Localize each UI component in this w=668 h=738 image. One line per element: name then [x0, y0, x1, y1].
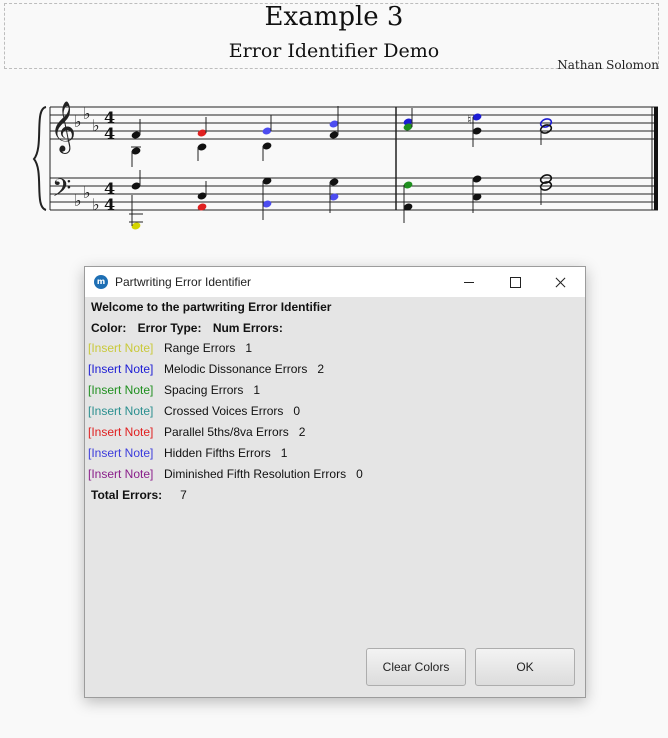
- svg-text:♭: ♭: [92, 116, 100, 135]
- ok-button[interactable]: OK: [475, 648, 575, 686]
- bass-key-signature: ♭ ♭♭: [74, 183, 100, 214]
- insert-note-link[interactable]: [Insert Note]: [88, 362, 153, 376]
- svg-text:♭: ♭: [74, 112, 82, 131]
- error-type-label: Diminished Fifth Resolution Errors: [164, 467, 347, 481]
- treble-key-signature: ♭ ♭♭: [74, 104, 100, 135]
- error-identifier-dialog: m Partwriting Error Identifier Welcome t…: [84, 266, 586, 698]
- error-type-label: Parallel 5ths/8va Errors: [164, 425, 289, 439]
- total-errors-value: 7: [180, 488, 187, 502]
- bass-staff: [50, 177, 658, 211]
- svg-text:♭: ♭: [74, 191, 82, 210]
- svg-text:♭: ♭: [83, 183, 91, 202]
- error-count: 2: [317, 362, 325, 376]
- error-type-label: Hidden Fifths Errors: [164, 446, 271, 460]
- music-score: 𝄞 𝄢 ♭ ♭♭ ♭ ♭♭ 44 44 ♮: [32, 101, 658, 230]
- treble-clef-icon: 𝄞: [50, 101, 76, 154]
- column-headers: Color: Error Type: Num Errors:: [91, 321, 291, 335]
- error-type-label: Melodic Dissonance Errors: [164, 362, 308, 376]
- dialog-titlebar[interactable]: m Partwriting Error Identifier: [85, 267, 585, 297]
- bass-time-signature: 44: [104, 179, 115, 214]
- error-count: 0: [356, 467, 363, 481]
- treble-staff: [50, 106, 658, 140]
- insert-note-link[interactable]: [Insert Note]: [88, 446, 153, 460]
- treble-time-signature: 44: [104, 108, 115, 143]
- minimize-button[interactable]: [447, 267, 491, 297]
- insert-note-link[interactable]: [Insert Note]: [88, 467, 153, 481]
- header-color: Color:: [91, 321, 127, 335]
- window-title: Partwriting Error Identifier: [115, 275, 252, 289]
- error-type-label: Spacing Errors: [164, 383, 244, 397]
- svg-text:♭: ♭: [92, 195, 100, 214]
- bass-clef-icon: 𝄢: [52, 174, 71, 209]
- insert-note-link[interactable]: [Insert Note]: [88, 425, 153, 439]
- app-icon: m: [94, 275, 108, 289]
- error-count: 1: [253, 383, 261, 397]
- svg-text:4: 4: [104, 124, 115, 143]
- header-error-type: Error Type:: [137, 321, 202, 335]
- chord-1: [129, 119, 143, 230]
- welcome-text: Welcome to the partwriting Error Identif…: [91, 300, 332, 314]
- maximize-button[interactable]: [493, 267, 537, 297]
- clear-colors-button[interactable]: Clear Colors: [366, 648, 466, 686]
- header-num-errors: Num Errors:: [212, 321, 283, 335]
- svg-text:♮: ♮: [467, 113, 472, 128]
- svg-text:4: 4: [104, 195, 115, 214]
- chord-6: ♮: [467, 113, 482, 213]
- error-type-label: Crossed Voices Errors: [164, 404, 284, 418]
- error-count: 0: [293, 404, 301, 418]
- error-count: 1: [245, 341, 253, 355]
- total-errors-label: Total Errors:: [91, 488, 163, 502]
- chord-4: [329, 106, 339, 213]
- close-button[interactable]: [539, 267, 583, 297]
- grand-staff-brace: [32, 106, 47, 211]
- svg-text:♭: ♭: [83, 104, 91, 123]
- insert-note-link[interactable]: [Insert Note]: [88, 341, 153, 355]
- final-barline: [651, 107, 658, 210]
- error-type-label: Range Errors: [164, 341, 236, 355]
- chord-3: [262, 115, 272, 220]
- insert-note-link[interactable]: [Insert Note]: [88, 383, 153, 397]
- error-count: 2: [298, 425, 306, 439]
- total-errors: Total Errors: 7: [91, 488, 187, 502]
- insert-note-link[interactable]: [Insert Note]: [88, 404, 153, 418]
- error-count: 1: [280, 446, 288, 460]
- chord-5: [403, 108, 413, 223]
- score-composer: Nathan Solomon: [557, 58, 659, 72]
- score-title: Example 3: [264, 2, 404, 32]
